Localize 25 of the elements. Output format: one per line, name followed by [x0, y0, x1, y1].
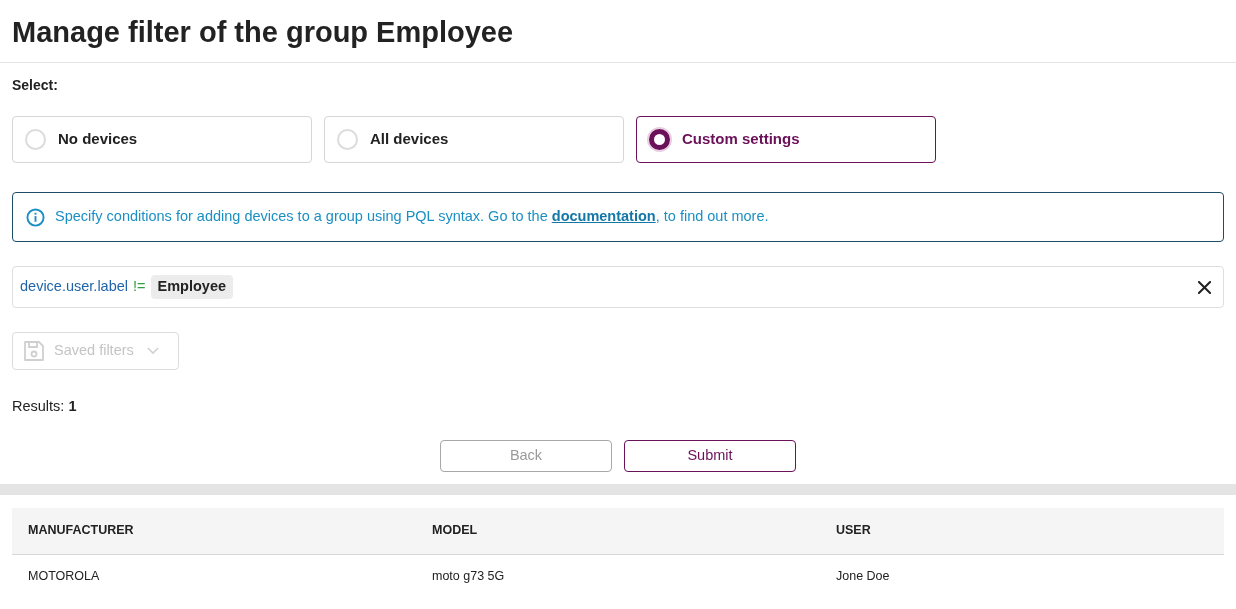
filter-field: device.user.label [20, 276, 128, 298]
select-label: Select: [12, 76, 58, 94]
radio-option[interactable]: No devices [12, 116, 312, 163]
table-cell-text: MOTOROLA [27, 568, 101, 586]
table-cell-text: Jone Doe [835, 568, 891, 586]
info-message: Specify conditions for adding devices to a group using PQL syntax. Go to the documentation, to find out more. [55, 207, 769, 227]
page-title: Manage filter of the group Employee [12, 15, 514, 50]
info-icon [26, 207, 45, 227]
column-header: MANUFACTURER [27, 522, 135, 540]
radio-option[interactable]: All devices [324, 116, 624, 163]
documentation-link[interactable]: documentation [551, 208, 656, 225]
radio-icon [649, 129, 670, 150]
close-icon[interactable] [1197, 280, 1211, 294]
column-header: MODEL [431, 522, 479, 540]
filter-value-chip: Employee [150, 275, 233, 299]
radio-icon [25, 129, 46, 150]
submit-button[interactable]: Submit [624, 439, 796, 472]
filter-operator: != [133, 277, 146, 297]
column-header: USER [835, 522, 872, 540]
radio-icon [337, 129, 358, 150]
results-count: Results: 1 [12, 397, 77, 416]
radio-option[interactable]: Custom settings [636, 116, 936, 163]
table-cell-text: moto g73 5G [431, 568, 506, 586]
chevron-down-icon [146, 347, 159, 355]
filter-input[interactable]: device.user.label != Employee [12, 266, 1224, 308]
